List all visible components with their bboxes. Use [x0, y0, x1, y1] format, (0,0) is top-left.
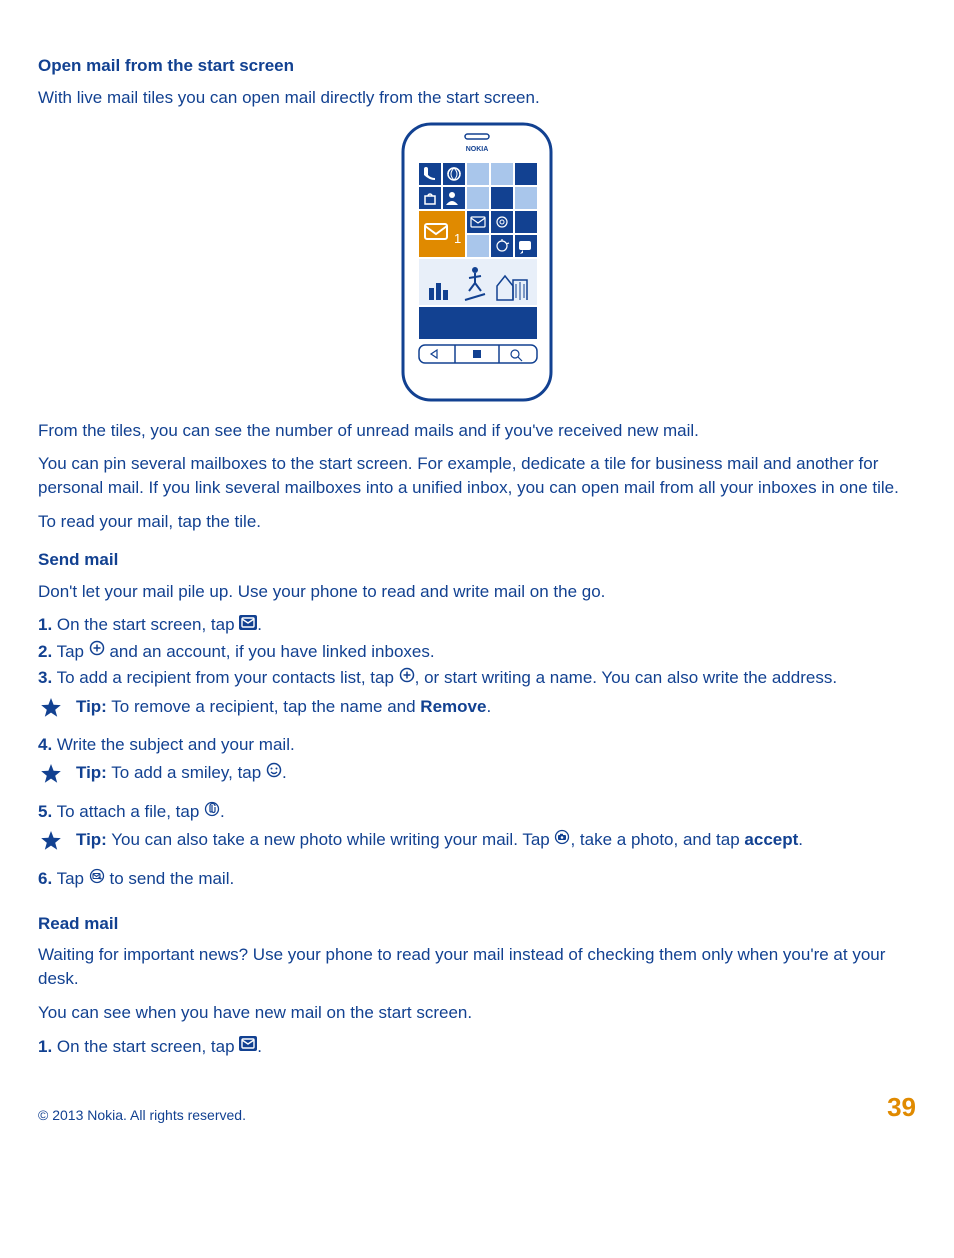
star-icon	[40, 830, 62, 859]
step-1: 1. On the start screen, tap .	[38, 613, 916, 637]
step-number: 4.	[38, 735, 52, 754]
text: , take a photo, and tap	[570, 830, 744, 849]
step-number: 2.	[38, 642, 52, 661]
step-number: 1.	[38, 615, 52, 634]
step-text: , or start writing a name. You can also …	[415, 668, 837, 687]
step-text: .	[220, 802, 225, 821]
paragraph: You can see when you have new mail on th…	[38, 1001, 916, 1025]
tip-text: Tip: You can also take a new photo while…	[76, 828, 916, 852]
text: You can also take a new photo while writ…	[107, 830, 555, 849]
step-number: 6.	[38, 869, 52, 888]
text-bold: Remove	[420, 697, 486, 716]
step-text: to send the mail.	[105, 869, 234, 888]
tip-text: Tip: To add a smiley, tap .	[76, 761, 916, 785]
text: To add a smiley, tap	[107, 763, 266, 782]
step-text: On the start screen, tap	[52, 1037, 239, 1056]
step-4: 4. Write the subject and your mail.	[38, 733, 916, 757]
paragraph: You can pin several mailboxes to the sta…	[38, 452, 916, 500]
svg-text:1: 1	[454, 231, 461, 246]
step-number: 5.	[38, 802, 52, 821]
paragraph: From the tiles, you can see the number o…	[38, 419, 916, 443]
step-5: 5. To attach a file, tap .	[38, 800, 916, 824]
heading-read-mail: Read mail	[38, 912, 916, 936]
svg-text:NOKIA: NOKIA	[466, 146, 489, 153]
copyright-text: © 2013 Nokia. All rights reserved.	[38, 1106, 246, 1126]
step-text: On the start screen, tap	[52, 615, 239, 634]
paragraph: Don't let your mail pile up. Use your ph…	[38, 580, 916, 604]
star-icon	[40, 763, 62, 792]
heading-send-mail: Send mail	[38, 548, 916, 572]
step-6: 6. Tap to send the mail.	[38, 867, 916, 891]
paragraph: Waiting for important news? Use your pho…	[38, 943, 916, 991]
tip-label: Tip:	[76, 697, 107, 716]
tip-label: Tip:	[76, 830, 107, 849]
star-icon	[40, 697, 62, 726]
page-footer: © 2013 Nokia. All rights reserved. 39	[38, 1089, 916, 1125]
plus-circle-icon	[89, 639, 105, 663]
tip: Tip: To remove a recipient, tap the name…	[38, 695, 916, 726]
paragraph: With live mail tiles you can open mail d…	[38, 86, 916, 110]
tip: Tip: You can also take a new photo while…	[38, 828, 916, 859]
text: To remove a recipient, tap the name and	[107, 697, 420, 716]
step-number: 3.	[38, 668, 52, 687]
smiley-icon	[266, 761, 282, 785]
text: .	[798, 830, 803, 849]
step-3: 3. To add a recipient from your contacts…	[38, 666, 916, 690]
step-text: To add a recipient from your contacts li…	[52, 668, 398, 687]
camera-icon	[554, 828, 570, 852]
step-text: and an account, if you have linked inbox…	[105, 642, 435, 661]
step-text: Tap	[52, 642, 89, 661]
plus-circle-icon	[399, 666, 415, 690]
step-number: 1.	[38, 1037, 52, 1056]
step-text: Write the subject and your mail.	[52, 735, 295, 754]
heading-open-mail: Open mail from the start screen	[38, 54, 916, 78]
phone-illustration: NOKIA 1	[38, 120, 916, 405]
text-bold: accept	[744, 830, 798, 849]
tip-label: Tip:	[76, 763, 107, 782]
text: .	[486, 697, 491, 716]
page-number: 39	[887, 1089, 916, 1125]
step-1: 1. On the start screen, tap .	[38, 1035, 916, 1059]
step-text: To attach a file, tap	[52, 802, 204, 821]
tip: Tip: To add a smiley, tap .	[38, 761, 916, 792]
tip-text: Tip: To remove a recipient, tap the name…	[76, 695, 916, 719]
mail-tile-icon	[239, 613, 257, 637]
attach-icon	[204, 800, 220, 824]
step-2: 2. Tap and an account, if you have linke…	[38, 640, 916, 664]
send-icon	[89, 867, 105, 891]
step-text: .	[257, 615, 262, 634]
paragraph: To read your mail, tap the tile.	[38, 510, 916, 534]
step-text: Tap	[52, 869, 89, 888]
step-text: .	[257, 1037, 262, 1056]
mail-tile-icon	[239, 1034, 257, 1058]
text: .	[282, 763, 287, 782]
